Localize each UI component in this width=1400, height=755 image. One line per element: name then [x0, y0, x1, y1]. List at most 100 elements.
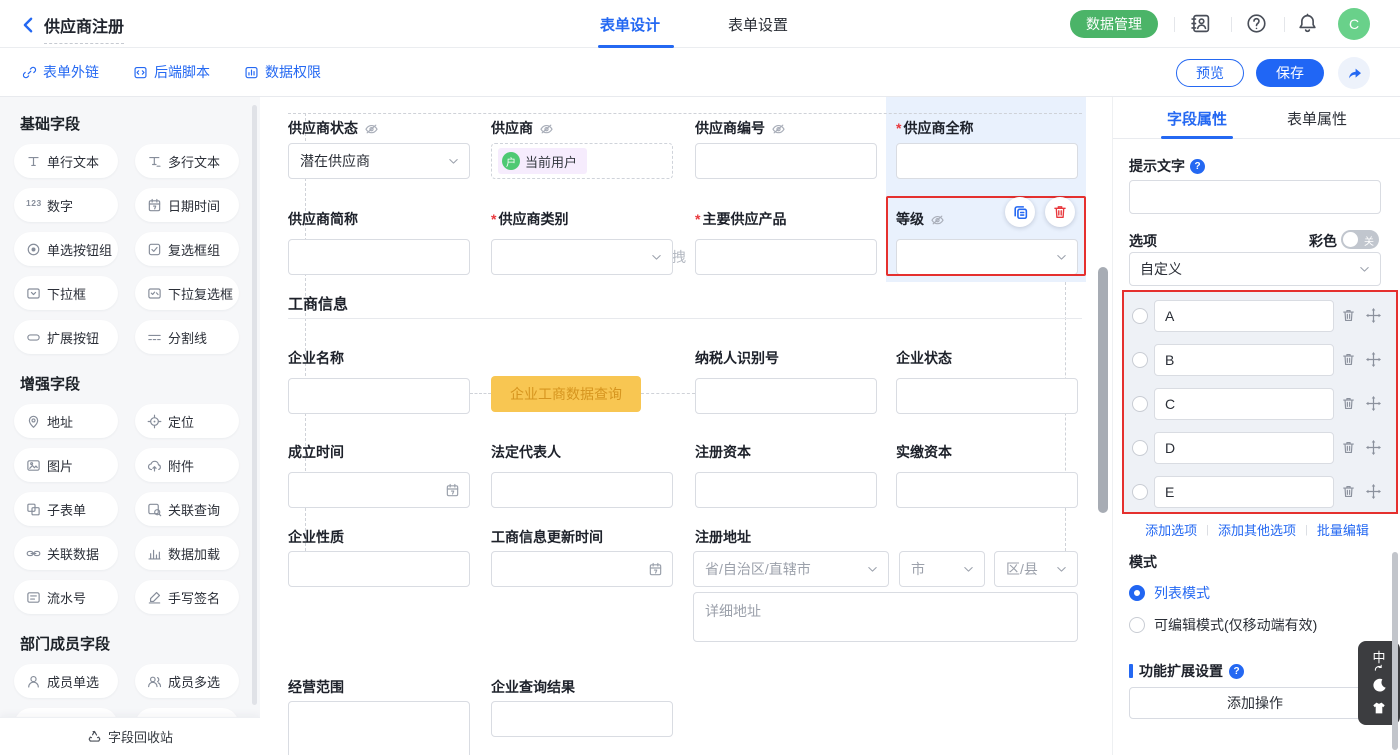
canvas-field[interactable]: 企业名称 — [288, 350, 470, 366]
delete-option-icon[interactable] — [1341, 352, 1357, 368]
delete-option-icon[interactable] — [1341, 396, 1357, 412]
field-input[interactable] — [896, 378, 1078, 414]
field-select[interactable]: 潜在供应商 — [288, 143, 470, 179]
address-province-select[interactable]: 省/自治区/直辖市 — [693, 551, 889, 587]
field-date-input[interactable] — [491, 551, 673, 587]
business-data-query-button[interactable]: 企业工商数据查询 — [491, 376, 641, 412]
canvas-field[interactable]: 企业状态 — [896, 350, 1078, 366]
sidebar-field-item[interactable]: 关联查询 — [135, 492, 239, 526]
question-badge-icon[interactable]: ? — [1190, 159, 1205, 174]
sidebar-field-item[interactable]: 附件 — [135, 448, 239, 482]
sidebar-field-item[interactable]: 手写签名 — [135, 580, 239, 614]
sidebar-field-item[interactable]: 定位 — [135, 404, 239, 438]
option-action-link[interactable]: 添加选项 — [1145, 520, 1197, 539]
data-manage-button[interactable]: 数据管理 — [1070, 10, 1158, 38]
tab-field-properties[interactable]: 字段属性 — [1167, 108, 1227, 129]
sidebar-field-item[interactable]: 分割线 — [135, 320, 239, 354]
drag-option-icon[interactable] — [1366, 484, 1382, 500]
delete-option-icon[interactable] — [1341, 484, 1357, 500]
sidebar-field-item[interactable]: 扩展按钮 — [14, 320, 118, 354]
tab-form-design[interactable]: 表单设计 — [600, 14, 660, 35]
tab-form-properties[interactable]: 表单属性 — [1287, 108, 1347, 129]
option-source-select[interactable]: 自定义 — [1129, 252, 1381, 286]
option-value-input[interactable] — [1154, 300, 1334, 332]
sidebar-field-item[interactable]: 成员多选 — [135, 664, 239, 698]
dark-mode-icon[interactable] — [1371, 677, 1388, 694]
preview-button[interactable]: 预览 — [1176, 59, 1244, 87]
save-button[interactable]: 保存 — [1256, 59, 1324, 87]
back-button[interactable] — [18, 15, 38, 35]
color-toggle[interactable]: 关 — [1341, 230, 1379, 249]
canvas-scrollbar[interactable] — [1098, 267, 1108, 513]
field-input[interactable] — [695, 239, 877, 275]
canvas-field[interactable]: 企业查询结果 — [491, 679, 673, 695]
sidebar-scrollbar[interactable] — [252, 105, 257, 705]
sidebar-field-item[interactable]: 单行文本 — [14, 144, 118, 178]
page-scrollbar[interactable] — [1392, 552, 1398, 750]
field-user-box[interactable]: 户当前用户 — [491, 143, 673, 179]
share-button[interactable] — [1338, 57, 1370, 89]
field-input[interactable] — [896, 472, 1078, 508]
add-operation-button[interactable]: 添加操作 — [1129, 687, 1381, 719]
canvas-field[interactable]: 供应商状态潜在供应商 — [288, 120, 470, 136]
sidebar-field-item[interactable]: 关联数据 — [14, 536, 118, 570]
drag-option-icon[interactable] — [1366, 396, 1382, 412]
field-input[interactable] — [288, 551, 470, 587]
field-input[interactable] — [288, 239, 470, 275]
option-action-link[interactable]: 批量编辑 — [1317, 520, 1369, 539]
sidebar-field-item[interactable]: 地址 — [14, 404, 118, 438]
option-radio[interactable] — [1132, 396, 1148, 412]
canvas-field[interactable]: 供应商简称 — [288, 211, 470, 227]
sidebar-field-item[interactable]: 下拉复选框 — [135, 276, 239, 310]
canvas-field[interactable]: *主要供应产品 — [695, 211, 877, 227]
canvas-field[interactable]: 实缴资本 — [896, 444, 1078, 460]
page-title[interactable]: 供应商注册 — [44, 13, 124, 44]
tab-form-settings[interactable]: 表单设置 — [728, 14, 788, 35]
question-badge-icon[interactable]: ? — [1229, 664, 1244, 679]
sidebar-field-item[interactable]: 多行文本 — [135, 144, 239, 178]
address-district-select[interactable]: 区/县 — [994, 551, 1078, 587]
drag-option-icon[interactable] — [1366, 308, 1382, 324]
option-value-input[interactable] — [1154, 432, 1334, 464]
canvas-field[interactable]: 供应商户当前用户 — [491, 120, 673, 136]
option-action-link[interactable]: 添加其他选项 — [1218, 520, 1296, 539]
toolbar-link[interactable]: 数据权限 — [244, 62, 321, 82]
address-book-icon[interactable] — [1190, 13, 1212, 35]
canvas-field[interactable]: 注册地址省/自治区/直辖市市区/县详细地址 — [695, 529, 877, 545]
field-input[interactable] — [695, 143, 877, 179]
canvas-field[interactable]: *供应商全称 — [896, 120, 1078, 136]
drag-option-icon[interactable] — [1366, 440, 1382, 456]
sidebar-field-item[interactable]: 下拉框 — [14, 276, 118, 310]
canvas-field[interactable]: *供应商类别 — [491, 211, 673, 227]
address-city-select[interactable]: 市 — [899, 551, 985, 587]
canvas-field[interactable]: 法定代表人 — [491, 444, 673, 460]
field-input[interactable] — [896, 143, 1078, 179]
field-input[interactable] — [288, 378, 470, 414]
canvas-field[interactable]: 企业性质 — [288, 529, 470, 545]
option-value-input[interactable] — [1154, 388, 1334, 420]
option-radio[interactable] — [1132, 440, 1148, 456]
field-input[interactable] — [695, 378, 877, 414]
mode-radio-option[interactable]: 列表模式 — [1129, 583, 1210, 603]
field-textarea[interactable] — [288, 701, 470, 755]
current-user-chip[interactable]: 户当前用户 — [498, 148, 587, 174]
address-detail-textarea[interactable]: 详细地址 — [693, 592, 1078, 642]
option-radio[interactable] — [1132, 352, 1148, 368]
sidebar-field-item[interactable]: 日期时间 — [135, 188, 239, 222]
canvas-field[interactable]: 成立时间 — [288, 444, 470, 460]
hint-text-input[interactable] — [1129, 180, 1381, 214]
canvas-field[interactable]: 纳税人识别号 — [695, 350, 877, 366]
sidebar-field-item[interactable]: 图片 — [14, 448, 118, 482]
field-input[interactable] — [491, 701, 673, 737]
sidebar-field-item[interactable]: 成员单选 — [14, 664, 118, 698]
field-date-input[interactable] — [288, 472, 470, 508]
notification-bell-icon[interactable] — [1297, 13, 1319, 35]
drag-option-icon[interactable] — [1366, 352, 1382, 368]
theme-skin-icon[interactable] — [1371, 700, 1387, 716]
option-value-input[interactable] — [1154, 344, 1334, 376]
option-value-input[interactable] — [1154, 476, 1334, 508]
delete-option-icon[interactable] — [1341, 308, 1357, 324]
canvas-field[interactable]: 供应商编号 — [695, 120, 877, 136]
language-toggle-icon[interactable]: 中 — [1372, 651, 1385, 672]
sidebar-field-item[interactable]: 复选框组 — [135, 232, 239, 266]
